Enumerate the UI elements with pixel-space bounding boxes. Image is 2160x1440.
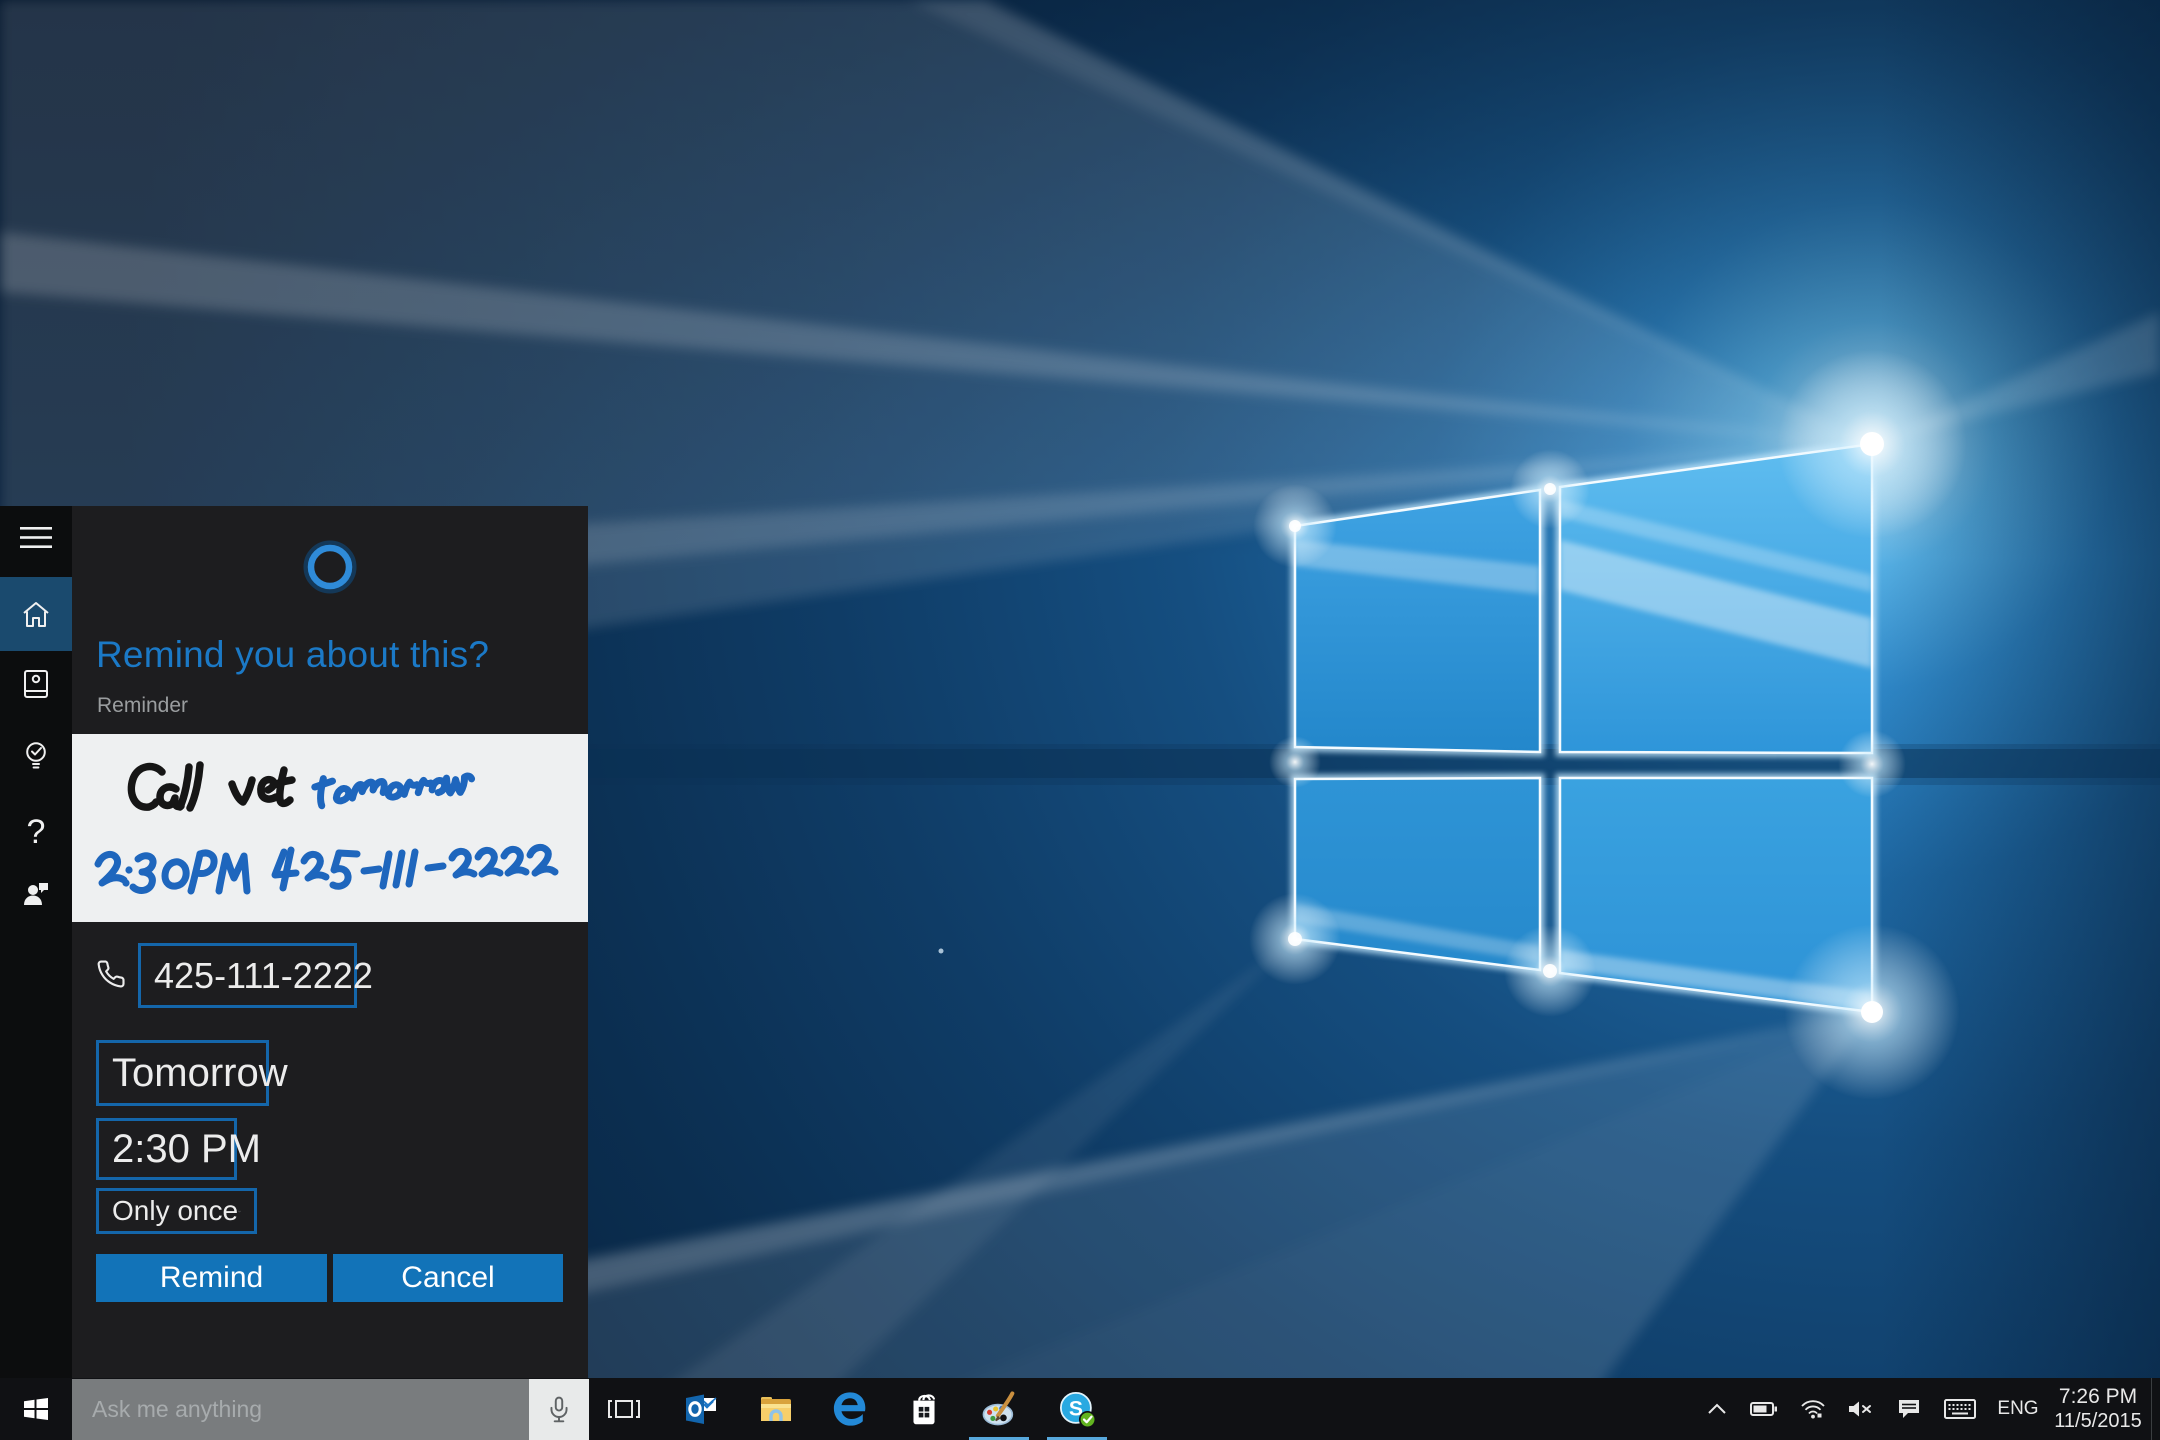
phone-icon (96, 959, 126, 989)
cortana-panel: Remind you about this? Reminder (72, 506, 588, 1378)
remind-button[interactable]: Remind (96, 1254, 327, 1302)
battery-indicator[interactable] (1747, 1378, 1781, 1440)
taskbar-app-paint[interactable] (975, 1378, 1023, 1440)
feedback-person-icon (20, 878, 52, 910)
taskbar-app-edge[interactable] (826, 1378, 874, 1440)
file-explorer-icon (757, 1391, 795, 1427)
tray-overflow-button[interactable] (1700, 1378, 1734, 1440)
desktop: Remind you about this? Reminder (0, 0, 2160, 1440)
edge-icon (830, 1389, 870, 1429)
clock[interactable]: 7:26 PM 11/5/2015 (2048, 1378, 2148, 1440)
ink-tomorrow (314, 771, 472, 806)
outlook-icon (682, 1391, 720, 1427)
language-label: ENG (1997, 1398, 2038, 1420)
show-desktop-button[interactable] (2151, 1378, 2160, 1440)
reminder-date-field[interactable]: Tomorrow (96, 1040, 269, 1106)
touch-keyboard-button[interactable] (1940, 1378, 1980, 1440)
search-input[interactable] (72, 1379, 529, 1440)
taskbar-app-skype[interactable]: S (1053, 1378, 1101, 1440)
wallpaper-speck (939, 949, 944, 954)
message-bubble-icon (1897, 1397, 1921, 1421)
notebook-icon (21, 668, 51, 700)
lightbulb-check-icon (21, 740, 51, 774)
task-view-button[interactable] (600, 1378, 648, 1440)
windows-start-icon (22, 1395, 50, 1423)
question-mark-icon: ? (27, 815, 46, 849)
skype-icon: S (1057, 1389, 1097, 1429)
reminder-time-field[interactable]: 2:30 PM (96, 1118, 237, 1180)
handwritten-note-preview (72, 734, 588, 922)
battery-icon (1750, 1398, 1778, 1420)
taskbar-app-store[interactable] (900, 1378, 948, 1440)
volume-indicator[interactable] (1843, 1378, 1877, 1440)
tray-time: 7:26 PM (2059, 1385, 2137, 1409)
tray-date: 11/5/2015 (2054, 1410, 2142, 1433)
handwriting-ink (72, 734, 588, 922)
ink-call-vet (131, 765, 292, 808)
hamburger-icon (20, 527, 52, 549)
notifications-button[interactable] (1892, 1378, 1926, 1440)
start-button[interactable] (0, 1378, 72, 1440)
language-indicator[interactable]: ENG (1992, 1378, 2044, 1440)
task-view-icon (606, 1392, 642, 1426)
taskbar-app-file-explorer[interactable] (752, 1378, 800, 1440)
taskbar-app-outlook[interactable] (677, 1378, 725, 1440)
wifi-indicator[interactable] (1796, 1378, 1830, 1440)
cortana-sidebar: ? (0, 506, 72, 1378)
paint-icon (979, 1389, 1019, 1429)
recurrence-dropdown[interactable]: Only once (96, 1188, 257, 1234)
sidebar-item-home[interactable] (0, 577, 72, 651)
chevron-up-icon (1707, 1403, 1727, 1415)
phone-number-field[interactable]: 425-111-2222 (138, 943, 357, 1008)
chevron-down-icon (238, 1207, 241, 1216)
microphone-icon (546, 1396, 572, 1424)
recurrence-value: Only once (112, 1195, 238, 1227)
taskbar: S (0, 1378, 2160, 1440)
sidebar-item-feedback[interactable] (0, 866, 72, 922)
speaker-muted-icon (1847, 1400, 1873, 1418)
cancel-button[interactable]: Cancel (333, 1254, 563, 1302)
panel-title: Remind you about this? (96, 634, 489, 676)
search-box (72, 1379, 589, 1440)
store-icon (905, 1389, 943, 1429)
cortana-orb-icon (300, 537, 360, 597)
sidebar-item-reminders[interactable] (0, 729, 72, 785)
ink-time-number (98, 847, 555, 891)
keyboard-icon (1944, 1398, 1976, 1420)
sidebar-item-help[interactable]: ? (0, 804, 72, 860)
hamburger-menu-button[interactable] (0, 514, 72, 562)
reminder-category-label: Reminder (97, 694, 188, 718)
sidebar-item-notebook[interactable] (0, 656, 72, 712)
home-icon (20, 599, 52, 629)
wifi-icon (1800, 1398, 1826, 1420)
mic-button[interactable] (529, 1379, 589, 1440)
